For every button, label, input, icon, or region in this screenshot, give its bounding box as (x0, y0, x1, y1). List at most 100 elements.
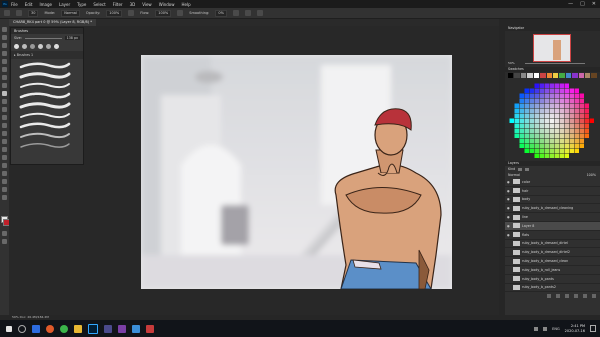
color-wheel-cell[interactable] (539, 138, 545, 144)
pressure-opacity-icon[interactable] (128, 10, 135, 16)
swatch-14[interactable] (591, 73, 597, 78)
color-wheel-cell[interactable] (549, 83, 555, 89)
color-wheel-cell[interactable] (534, 138, 540, 144)
color-wheel-cell[interactable] (564, 133, 570, 139)
color-wheel-cell[interactable] (549, 153, 555, 159)
color-wheel-cell[interactable] (574, 108, 580, 114)
color-wheel-cell[interactable] (539, 128, 545, 134)
swatch-4[interactable] (527, 73, 533, 78)
menu-view[interactable]: View (142, 2, 152, 7)
layer-filter-type-icon[interactable] (525, 167, 530, 171)
color-wheel-cell[interactable] (519, 93, 525, 99)
color-wheel-cell[interactable] (569, 113, 575, 119)
screen-mode-icon[interactable] (2, 239, 7, 244)
color-wheel-cell[interactable] (549, 98, 555, 104)
color-wheel-cell[interactable] (554, 103, 560, 109)
app-icon-4[interactable] (146, 324, 154, 333)
history-brush-tool-icon[interactable] (2, 107, 7, 112)
color-wheel-cell[interactable] (544, 88, 550, 94)
color-wheel-cell[interactable] (534, 103, 540, 109)
color-wheel-cell[interactable] (514, 103, 520, 109)
navigator-zoom-slider[interactable] (525, 63, 585, 64)
color-wheel-cell[interactable] (569, 93, 575, 99)
color-wheel-cell[interactable] (544, 93, 550, 99)
flow-field[interactable]: 100% (155, 9, 172, 17)
color-wheel-cell[interactable] (524, 133, 530, 139)
color-wheel-cell[interactable] (579, 133, 585, 139)
color-wheel-cell[interactable] (529, 98, 535, 104)
clone-stamp-tool-icon[interactable] (2, 99, 7, 104)
swatch-3[interactable] (520, 73, 527, 78)
layer-filter-pixel-icon[interactable] (518, 167, 523, 171)
color-wheel-cell[interactable] (554, 108, 560, 114)
color-wheel-cell[interactable] (554, 98, 560, 104)
brush-size-value[interactable]: 138 px (64, 36, 80, 40)
color-wheel-cell[interactable] (584, 118, 590, 124)
layer-row[interactable]: ruby_body_b_pants2 (505, 284, 600, 293)
visibility-eye-icon[interactable]: ● (507, 224, 511, 228)
color-wheel-cell[interactable] (574, 88, 580, 94)
quick-mask-icon[interactable] (2, 231, 7, 236)
visibility-eye-icon[interactable]: ● (507, 189, 511, 193)
color-wheel-cell[interactable] (574, 103, 580, 109)
opacity-field[interactable]: 100% (106, 9, 123, 17)
color-wheel-cell[interactable] (539, 108, 545, 114)
layer-row[interactable]: ruby_body_b_dressed_clean (505, 257, 600, 266)
color-wheel-cell[interactable] (539, 98, 545, 104)
color-wheel-cell[interactable] (544, 118, 550, 124)
color-wheel-cell[interactable] (564, 148, 570, 154)
color-wheel-cell[interactable] (579, 138, 585, 144)
healing-tool-icon[interactable] (2, 83, 7, 88)
recent-brush-2-icon[interactable] (22, 44, 27, 49)
color-wheel-cell[interactable] (549, 133, 555, 139)
document-canvas[interactable] (141, 55, 452, 289)
color-wheel-cell[interactable] (539, 133, 545, 139)
color-wheel-cell[interactable] (564, 123, 570, 129)
brush-stroke-3[interactable] (20, 82, 70, 89)
color-wheel-cell[interactable] (569, 118, 575, 124)
menu-layer[interactable]: Layer (59, 2, 70, 7)
color-wheel-cell[interactable] (544, 133, 550, 139)
color-wheel-cell[interactable] (514, 118, 520, 124)
color-wheel-cell[interactable] (544, 138, 550, 144)
navigator-zoom[interactable]: 59% (508, 61, 515, 65)
new-group-icon[interactable] (574, 294, 578, 299)
color-wheel-cell[interactable] (564, 118, 570, 124)
color-wheel-cell[interactable] (519, 138, 525, 144)
color-wheel-cell[interactable] (584, 128, 590, 134)
color-wheel-cell[interactable] (539, 88, 545, 94)
color-wheel-cell[interactable] (574, 123, 580, 129)
color-wheel-cell[interactable] (549, 93, 555, 99)
color-wheel-cell[interactable] (524, 93, 530, 99)
color-wheel-cell[interactable] (574, 98, 580, 104)
color-wheel-cell[interactable] (564, 138, 570, 144)
color-wheel-cell[interactable] (569, 133, 575, 139)
color-wheel-cell[interactable] (529, 148, 535, 154)
color-wheel-cell[interactable] (534, 153, 540, 159)
color-wheel-cell[interactable] (564, 98, 570, 104)
color-wheel-cell[interactable] (584, 108, 590, 114)
color-wheel-cell[interactable] (569, 88, 575, 94)
app-icon-2[interactable] (118, 324, 126, 333)
pressure-size-icon[interactable] (244, 10, 251, 16)
color-wheel-cell[interactable] (534, 143, 540, 149)
color-wheel-cell[interactable] (574, 93, 580, 99)
color-wheel-cell[interactable] (539, 118, 545, 124)
color-wheel-cell[interactable] (539, 93, 545, 99)
color-wheel-cell[interactable] (559, 118, 565, 124)
recent-brush-4-icon[interactable] (38, 44, 43, 49)
color-wheel-cell[interactable] (529, 103, 535, 109)
color-wheel-cell[interactable] (559, 153, 565, 159)
color-wheel-cell[interactable] (549, 128, 555, 134)
color-wheel-cell[interactable] (554, 143, 560, 149)
color-wheel-cell[interactable] (524, 113, 530, 119)
home-icon[interactable] (4, 10, 10, 16)
color-wheel-cell[interactable] (554, 113, 560, 119)
smoothing-field[interactable]: 0% (215, 9, 227, 17)
color-wheel-cell[interactable] (564, 88, 570, 94)
notifications-icon[interactable] (590, 325, 596, 332)
swatch-2[interactable] (514, 73, 520, 78)
color-wheel-cell[interactable] (559, 133, 565, 139)
color-wheel-cell[interactable] (534, 123, 540, 129)
color-wheel-cell[interactable] (579, 103, 585, 109)
